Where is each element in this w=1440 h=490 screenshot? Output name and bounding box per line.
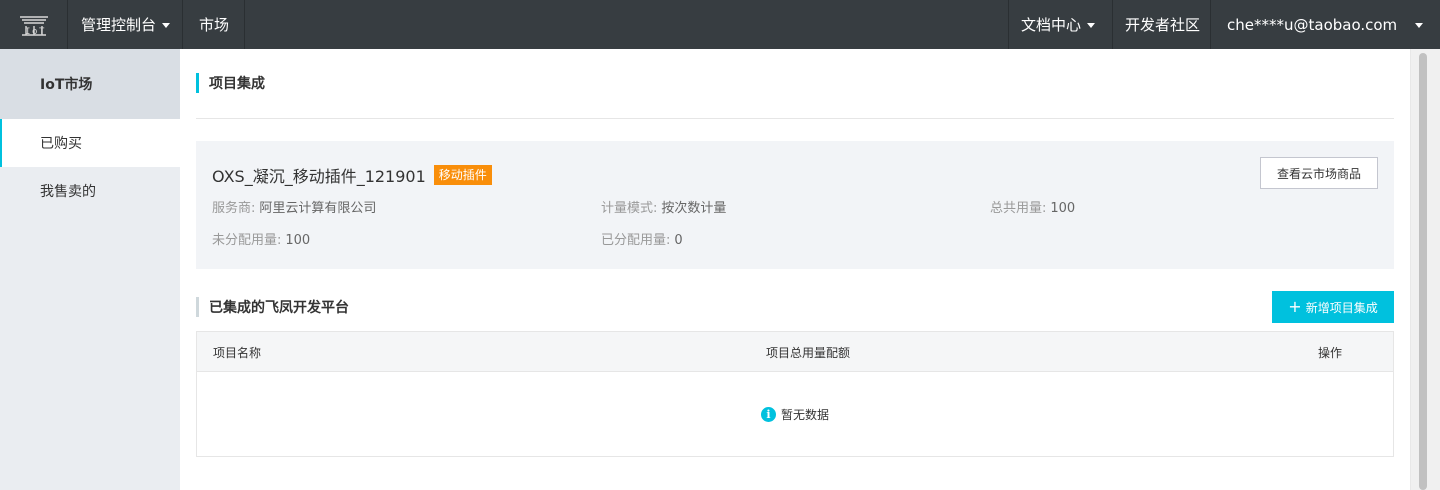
column-header-actions: 操作 — [1318, 346, 1343, 360]
provider-value: 阿里云计算有限公司 — [259, 201, 377, 216]
console-menu[interactable]: 管理控制台 — [68, 0, 183, 49]
chevron-down-icon — [1087, 23, 1096, 28]
sidebar-item-purchased[interactable]: 已购买 — [0, 119, 180, 167]
metering-value: 按次数计量 — [661, 201, 727, 216]
chevron-down-icon — [162, 23, 171, 28]
docs-menu-label: 文档中心 — [1021, 16, 1082, 34]
metering-label: 计量模式: — [601, 201, 658, 216]
provider-label: 服务商: — [212, 201, 256, 216]
main-content: 项目集成 OXS_凝沉_移动插件_121901 移动插件 查看云市场商品 服务商… — [180, 49, 1410, 490]
sidebar-item-selling[interactable]: 我售卖的 — [0, 167, 180, 215]
market-link-label: 市场 — [199, 16, 230, 34]
svg-text:o: o — [32, 27, 37, 37]
sidebar-item-label: 已购买 — [40, 136, 82, 152]
product-type-tag: 移动插件 — [433, 165, 492, 185]
integrated-platforms-table: 项目名称 项目总用量配额 操作 i 暂无数据 — [196, 331, 1394, 457]
unallocated-label: 未分配用量: — [212, 233, 282, 248]
iot-logo-icon[interactable]: I o T — [0, 0, 68, 49]
user-account-menu[interactable]: che****u@taobao.com — [1210, 0, 1440, 49]
column-header-project-name: 项目名称 — [213, 346, 262, 360]
metering-mode-field: 计量模式: 按次数计量 — [601, 197, 726, 216]
unallocated-value: 100 — [285, 233, 311, 248]
vertical-scrollbar[interactable] — [1410, 49, 1440, 490]
developer-community-label: 开发者社区 — [1125, 16, 1201, 34]
column-header-quota: 项目总用量配额 — [766, 346, 851, 360]
scrollbar-thumb[interactable] — [1419, 53, 1427, 490]
developer-community-link[interactable]: 开发者社区 — [1112, 0, 1210, 49]
sidebar-header: IoT市场 — [0, 49, 180, 119]
market-link[interactable]: 市场 — [183, 0, 245, 49]
user-email: che****u@taobao.com — [1227, 15, 1398, 34]
allocated-value: 0 — [674, 233, 683, 248]
unallocated-usage-field: 未分配用量: 100 — [212, 229, 310, 248]
console-menu-label: 管理控制台 — [81, 16, 157, 34]
section-title-text: 已集成的飞凤开发平台 — [209, 300, 349, 316]
chevron-down-icon — [1415, 23, 1424, 28]
svg-text:I: I — [25, 27, 30, 37]
allocated-label: 已分配用量: — [601, 233, 671, 248]
section-accent-bar — [196, 297, 199, 317]
section-title-text: 项目集成 — [209, 76, 265, 92]
section-accent-bar — [196, 73, 199, 93]
docs-menu[interactable]: 文档中心 — [1008, 0, 1112, 49]
product-name: OXS_凝沉_移动插件_121901 — [212, 167, 426, 186]
sidebar-item-label: 我售卖的 — [40, 184, 96, 200]
add-project-integration-button[interactable]: + 新增项目集成 — [1272, 291, 1394, 323]
table-header: 项目名称 项目总用量配额 操作 — [197, 332, 1393, 372]
total-usage-field: 总共用量: 100 — [990, 197, 1075, 216]
total-usage-label: 总共用量: — [990, 201, 1047, 216]
product-info-card: OXS_凝沉_移动插件_121901 移动插件 查看云市场商品 服务商: 阿里云计… — [196, 141, 1394, 269]
section-title-integrated-platforms: 已集成的飞凤开发平台 — [196, 297, 349, 317]
info-icon: i — [760, 406, 776, 422]
empty-text: 暂无数据 — [780, 407, 829, 422]
add-button-label: 新增项目集成 — [1305, 300, 1378, 315]
sidebar: IoT市场 已购买 我售卖的 — [0, 49, 180, 490]
provider-field: 服务商: 阿里云计算有限公司 — [212, 197, 376, 216]
top-navigation-bar: I o T 管理控制台 市场 文档中心 开发者社区 che****u@taoba… — [0, 0, 1440, 49]
divider — [196, 118, 1394, 119]
table-empty-state: i 暂无数据 — [197, 372, 1393, 456]
plus-icon: + — [1288, 297, 1302, 316]
product-title: OXS_凝沉_移动插件_121901 移动插件 — [212, 163, 492, 187]
total-usage-value: 100 — [1050, 201, 1076, 216]
svg-text:T: T — [39, 27, 45, 37]
section-title-project-integration: 项目集成 — [196, 73, 265, 93]
view-cloud-market-button[interactable]: 查看云市场商品 — [1259, 157, 1378, 189]
allocated-usage-field: 已分配用量: 0 — [601, 229, 683, 248]
